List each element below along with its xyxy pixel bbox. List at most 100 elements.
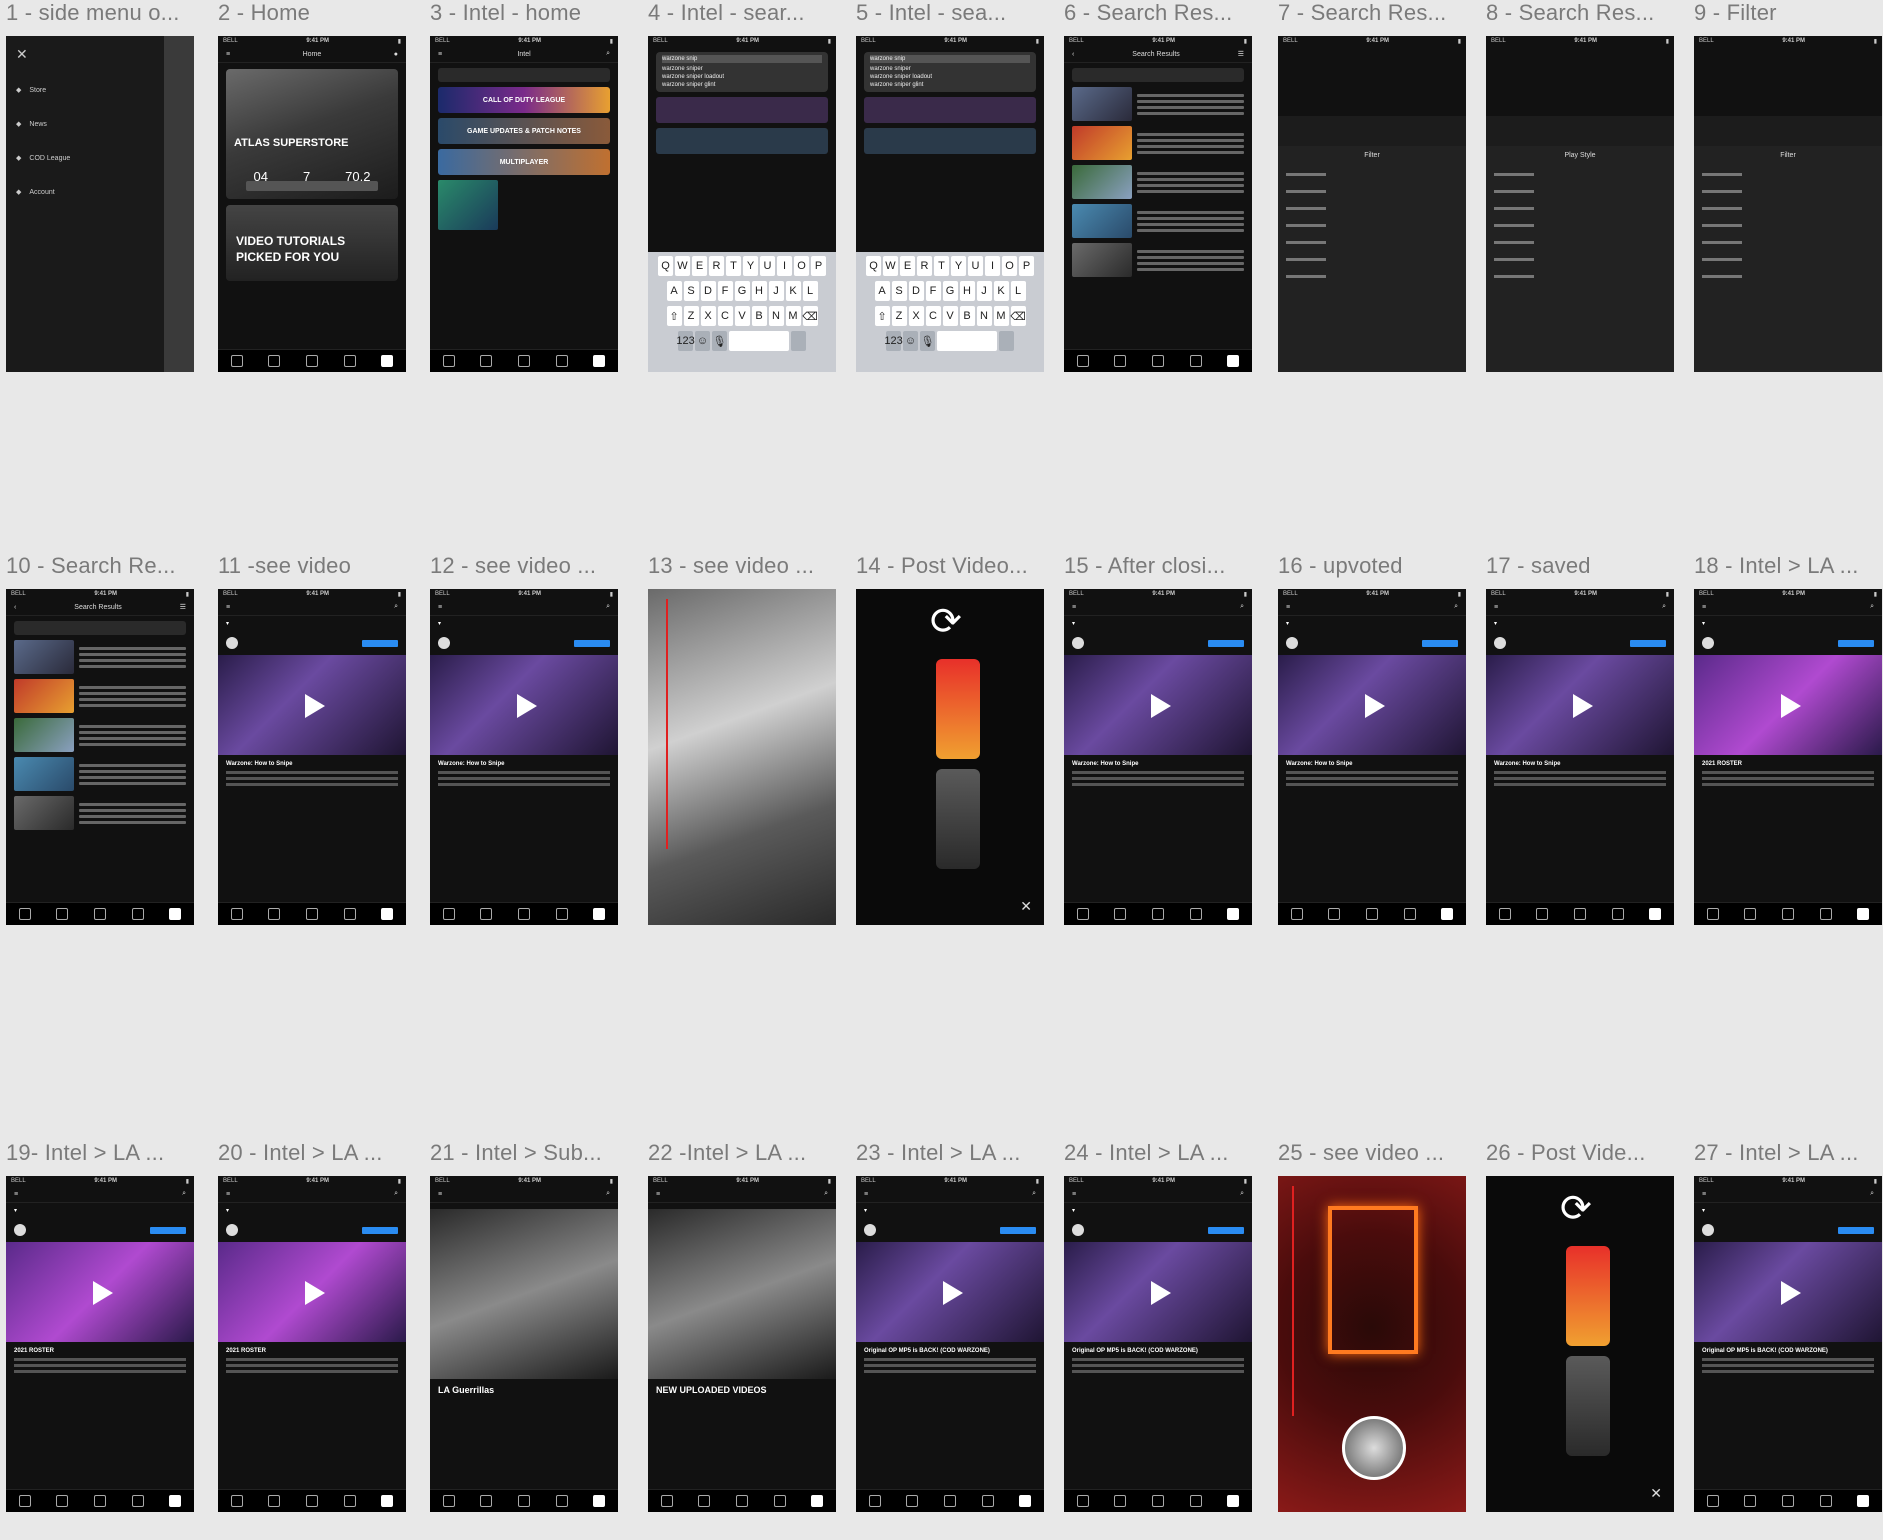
- phone-screen[interactable]: BELL 9:41 PM ▮ ≡ ⌕ ▾ 2021 ROSTER: [6, 1176, 194, 1512]
- filter-option[interactable]: [1494, 224, 1534, 227]
- close-icon[interactable]: ✕: [1020, 898, 1032, 915]
- key[interactable]: Z: [683, 306, 699, 326]
- phone-screen[interactable]: BELL 9:41 PM ▮ ≡ ⌕ ▾ 2021 ROSTER: [1694, 589, 1882, 925]
- nav-esports-icon[interactable]: [698, 1495, 711, 1507]
- phone-screen[interactable]: [648, 589, 836, 925]
- key[interactable]: N: [768, 306, 784, 326]
- nav-social-icon[interactable]: [1706, 908, 1719, 920]
- filter-option[interactable]: [1702, 207, 1742, 210]
- avatar[interactable]: [226, 637, 238, 649]
- next-video-card[interactable]: [1566, 1246, 1610, 1346]
- search-query[interactable]: warzone snip: [870, 55, 1030, 63]
- avatar[interactable]: [864, 1224, 876, 1236]
- tab-videos[interactable]: ▾: [1702, 620, 1705, 627]
- key[interactable]: S: [683, 281, 699, 301]
- avatar[interactable]: [1494, 637, 1506, 649]
- filter-panel[interactable]: Play Style: [1486, 146, 1674, 372]
- back-icon[interactable]: ‹: [1072, 51, 1074, 58]
- nav-player-icon[interactable]: [981, 1495, 994, 1507]
- phone-screen[interactable]: BELL 9:41 PM ▮ ≡ ⌕ LA Guerrillas: [430, 1176, 618, 1512]
- nav-esports-icon[interactable]: [480, 355, 493, 367]
- key[interactable]: J: [768, 281, 784, 301]
- replay-icon[interactable]: ⟳: [1560, 1186, 1592, 1231]
- suggestion-item[interactable]: warzone sniper: [870, 65, 1030, 73]
- nav-social-icon[interactable]: [18, 908, 31, 920]
- nav-esports-icon[interactable]: [1114, 355, 1127, 367]
- result-item[interactable]: [14, 796, 186, 830]
- video-player[interactable]: [856, 1242, 1044, 1342]
- search-suggestions[interactable]: warzone snip warzone sniper warzone sniper…: [864, 52, 1036, 92]
- key[interactable]: Y: [743, 256, 758, 276]
- subscribe-button[interactable]: [362, 1226, 398, 1234]
- key[interactable]: M: [785, 306, 801, 326]
- nav-intel-icon[interactable]: [1227, 1495, 1240, 1507]
- key[interactable]: O: [794, 256, 809, 276]
- result-item[interactable]: [1072, 87, 1244, 121]
- nav-intel-icon[interactable]: [1649, 908, 1662, 920]
- filter-option[interactable]: [1494, 190, 1534, 193]
- tab-videos[interactable]: ▾: [438, 620, 441, 627]
- nav-player-icon[interactable]: [131, 908, 144, 920]
- play-icon[interactable]: [305, 1281, 325, 1305]
- search-input[interactable]: [14, 621, 186, 635]
- suggestion-item[interactable]: warzone sniper glint: [662, 81, 822, 89]
- search-key[interactable]: [791, 331, 806, 351]
- play-icon[interactable]: [517, 694, 537, 718]
- key[interactable]: E: [900, 256, 915, 276]
- next-video-card[interactable]: [1566, 1356, 1610, 1456]
- key[interactable]: I: [985, 256, 1000, 276]
- key[interactable]: K: [785, 281, 801, 301]
- nav-intel-icon[interactable]: [381, 908, 394, 920]
- space-key[interactable]: [729, 331, 789, 351]
- avatar[interactable]: [1702, 637, 1714, 649]
- search-icon[interactable]: ⌕: [606, 603, 610, 611]
- video-player[interactable]: [1694, 1242, 1882, 1342]
- nav-intel-icon[interactable]: [1019, 1495, 1032, 1507]
- nav-player-icon[interactable]: [1189, 908, 1202, 920]
- avatar[interactable]: [1702, 1224, 1714, 1236]
- key[interactable]: 123: [676, 331, 695, 351]
- subscribe-button[interactable]: [1422, 639, 1458, 647]
- key[interactable]: 123: [884, 331, 903, 351]
- space-key[interactable]: [937, 331, 997, 351]
- key[interactable]: G: [734, 281, 750, 301]
- filter-option[interactable]: [1494, 207, 1534, 210]
- hamburger-icon[interactable]: ≡: [1286, 604, 1290, 611]
- nav-home-icon[interactable]: [1151, 355, 1164, 367]
- nav-social-icon[interactable]: [442, 908, 455, 920]
- subscribe-button[interactable]: [1208, 639, 1244, 647]
- phone-screen[interactable]: ⟳ ✕: [1486, 1176, 1674, 1512]
- tab-videos[interactable]: ▾: [1494, 620, 1497, 627]
- key[interactable]: H: [959, 281, 975, 301]
- tab-videos[interactable]: ▾: [1286, 620, 1289, 627]
- red-progress-line[interactable]: [666, 599, 668, 849]
- nav-esports-icon[interactable]: [1328, 908, 1341, 920]
- phone-screen[interactable]: BELL 9:41 PM ▮ ‹ Search Results ☰: [6, 589, 194, 925]
- key[interactable]: T: [934, 256, 949, 276]
- key[interactable]: ☺: [903, 331, 918, 351]
- filter-option[interactable]: [1286, 207, 1326, 210]
- phone-screen[interactable]: ⟳ ✕: [856, 589, 1044, 925]
- keyboard[interactable]: Q W E R T Y U I O P A S D F G H J K L ⇧ Z X C V B N M ⌫ 123 ☺ 🎙: [856, 252, 1044, 372]
- nav-intel-icon[interactable]: [1227, 355, 1240, 367]
- key[interactable]: K: [993, 281, 1009, 301]
- search-key[interactable]: [999, 331, 1014, 351]
- filter-option[interactable]: [1702, 224, 1742, 227]
- intel-banner[interactable]: MULTIPLAYER: [438, 149, 610, 175]
- tab-videos[interactable]: ▾: [226, 1207, 229, 1214]
- search-query[interactable]: warzone snip: [662, 55, 822, 63]
- key[interactable]: ☺: [695, 331, 710, 351]
- nav-player-icon[interactable]: [555, 908, 568, 920]
- nav-social-icon[interactable]: [1498, 908, 1511, 920]
- subscribe-button[interactable]: [1000, 1226, 1036, 1234]
- nav-home-icon[interactable]: [735, 1495, 748, 1507]
- nav-home-icon[interactable]: [1151, 908, 1164, 920]
- key[interactable]: O: [1002, 256, 1017, 276]
- filter-option[interactable]: [1702, 241, 1742, 244]
- phone-screen[interactable]: BELL 9:41 PM ▮ ≡ ⌕ ▾ Original OP MP5 is BACK! …: [1064, 1176, 1252, 1512]
- key[interactable]: A: [666, 281, 682, 301]
- key[interactable]: J: [976, 281, 992, 301]
- key[interactable]: E: [692, 256, 707, 276]
- key[interactable]: I: [777, 256, 792, 276]
- result-item[interactable]: [1072, 165, 1244, 199]
